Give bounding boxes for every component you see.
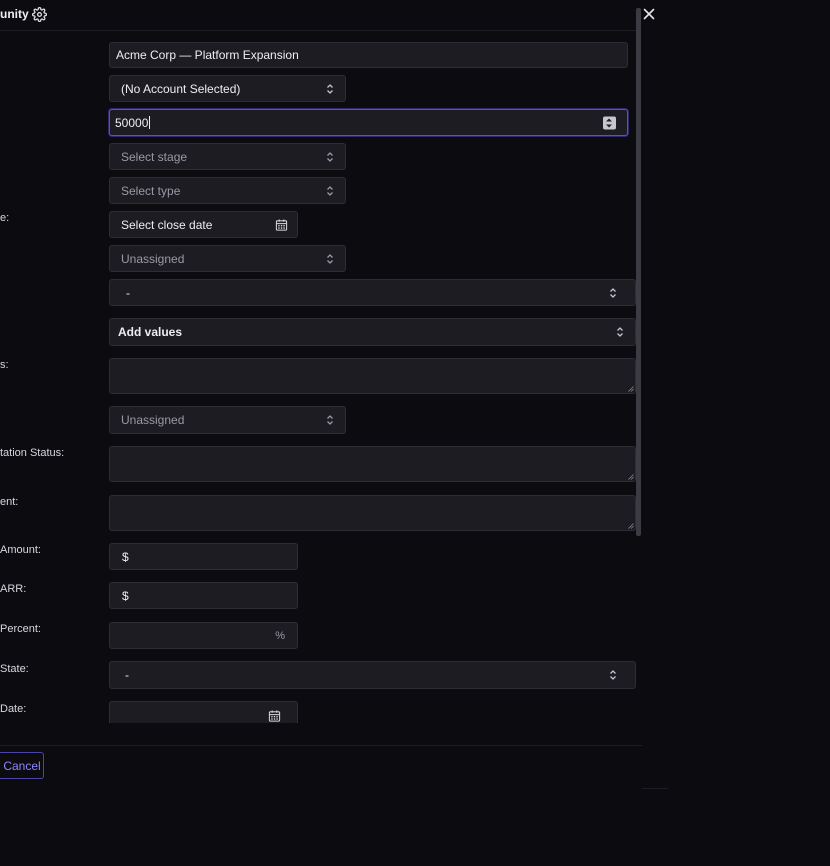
footer-divider <box>642 788 668 789</box>
amount-input[interactable]: 50000 <box>109 109 628 136</box>
resize-grip-icon[interactable] <box>628 523 634 529</box>
type-select-placeholder: Select type <box>121 183 181 198</box>
implementation-status-label: tation Status: <box>0 447 65 459</box>
date-picker[interactable] <box>109 701 298 723</box>
modal-title: unity <box>0 7 29 21</box>
owner-select[interactable]: Unassigned <box>109 245 346 272</box>
arr-label: ARR: <box>0 583 27 595</box>
chevron-updown-icon <box>327 253 333 264</box>
account-select-value: (No Account Selected) <box>121 81 241 96</box>
implementation-status-textarea[interactable] <box>109 446 636 482</box>
calendar-icon <box>275 218 288 231</box>
assignee-select-value: Unassigned <box>121 413 185 427</box>
currency-prefix: $ <box>122 549 129 564</box>
notes-textarea[interactable] <box>109 358 636 394</box>
owner-select-value: Unassigned <box>121 251 185 266</box>
amount-input-value: 50000 <box>115 115 149 130</box>
account-select[interactable]: (No Account Selected) <box>109 75 346 102</box>
calendar-icon <box>268 710 281 722</box>
opportunity-name-value: Acme Corp — Platform Expansion <box>116 48 299 62</box>
option-select[interactable]: - <box>109 279 636 306</box>
opportunity-name-input[interactable]: Acme Corp — Platform Expansion <box>109 42 628 68</box>
chevron-updown-icon <box>327 151 333 162</box>
chevron-updown-icon <box>617 327 623 337</box>
close-date-label: e: <box>0 212 10 224</box>
notes-label: s: <box>0 359 9 371</box>
ent-label: ent: <box>0 496 19 508</box>
percent-suffix: % <box>275 629 285 642</box>
type-select[interactable]: Select type <box>109 177 346 204</box>
chevron-updown-icon <box>610 287 616 298</box>
option-select-value: - <box>126 285 130 300</box>
chevron-updown-icon <box>327 415 333 425</box>
currency-prefix: $ <box>122 588 129 603</box>
resize-grip-icon[interactable] <box>628 474 634 480</box>
state-select[interactable]: - <box>109 661 636 689</box>
close-icon[interactable] <box>642 7 656 21</box>
footer-divider <box>0 745 642 746</box>
close-date-picker[interactable]: Select close date <box>109 211 298 238</box>
header-divider <box>0 30 637 31</box>
amount-currency-input[interactable]: $ <box>109 543 298 570</box>
close-date-placeholder: Select close date <box>121 217 213 232</box>
add-values-label: Add values <box>118 325 183 339</box>
gear-icon[interactable] <box>32 7 47 22</box>
stage-select[interactable]: Select stage <box>109 143 346 170</box>
multi-value-select[interactable]: Add values <box>109 318 636 346</box>
state-label: State: <box>0 663 29 675</box>
stage-select-placeholder: Select stage <box>121 149 188 164</box>
assignee-select[interactable]: Unassigned <box>109 406 346 434</box>
text-caret <box>149 116 151 129</box>
number-spinner-icon[interactable] <box>603 116 616 129</box>
chevron-updown-icon <box>327 185 333 196</box>
arr-input[interactable]: $ <box>109 582 298 609</box>
percent-label: Percent: <box>0 623 41 635</box>
percent-input[interactable]: % <box>109 622 298 649</box>
chevron-updown-icon <box>327 83 333 94</box>
ent-textarea[interactable] <box>109 495 636 531</box>
amount-currency-label: Amount: <box>0 544 41 556</box>
date-label: Date: <box>0 703 27 715</box>
chevron-updown-icon <box>610 670 616 680</box>
scrollbar[interactable] <box>636 8 641 536</box>
resize-grip-icon[interactable] <box>628 386 634 392</box>
cancel-button[interactable]: Cancel <box>0 752 44 779</box>
state-select-value: - <box>125 668 129 682</box>
